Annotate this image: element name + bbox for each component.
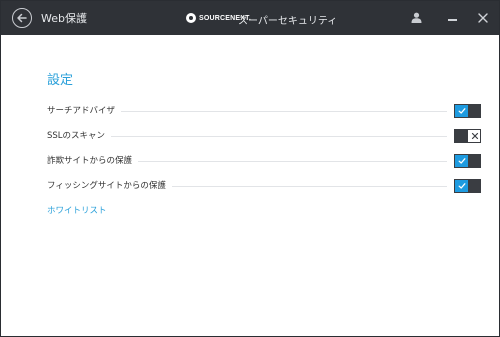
phishing-protection-toggle[interactable] <box>454 179 481 193</box>
setting-label: フィッシングサイトからの保護 <box>47 179 172 193</box>
app-title: スーパーセキュリティ <box>238 16 338 27</box>
ssl-scan-toggle[interactable] <box>454 129 481 143</box>
check-icon <box>458 183 466 189</box>
check-icon <box>458 158 466 164</box>
app-window: Web保護 SOURCENEXT. スーパーセキュリティ 設定 サーチアドバイザ <box>0 0 500 337</box>
brand-mark-icon <box>186 13 196 23</box>
setting-label: サーチアドバイザ <box>47 104 122 118</box>
page-title: 設定 <box>47 73 74 88</box>
setting-row-phishing-protection: フィッシングサイトからの保護 <box>47 179 481 193</box>
setting-label: 詐欺サイトからの保護 <box>47 154 139 168</box>
window-section-title: Web保護 <box>41 12 87 25</box>
fraud-protection-toggle[interactable] <box>454 154 481 168</box>
setting-row-search-advisor: サーチアドバイザ <box>47 104 481 118</box>
user-icon[interactable] <box>411 12 422 23</box>
close-icon[interactable] <box>478 13 488 23</box>
title-bar: Web保護 SOURCENEXT. スーパーセキュリティ <box>1 1 499 35</box>
setting-row-ssl-scan: SSLのスキャン <box>47 129 481 143</box>
back-arrow-icon <box>17 13 27 23</box>
back-button[interactable] <box>12 8 32 28</box>
x-icon <box>471 132 478 140</box>
check-icon <box>458 108 466 114</box>
minimize-button[interactable] <box>448 19 457 21</box>
search-advisor-toggle[interactable] <box>454 104 481 118</box>
setting-label: SSLのスキャン <box>47 129 112 143</box>
whitelist-link[interactable]: ホワイトリスト <box>47 204 107 216</box>
setting-row-fraud-protection: 詐欺サイトからの保護 <box>47 154 481 168</box>
